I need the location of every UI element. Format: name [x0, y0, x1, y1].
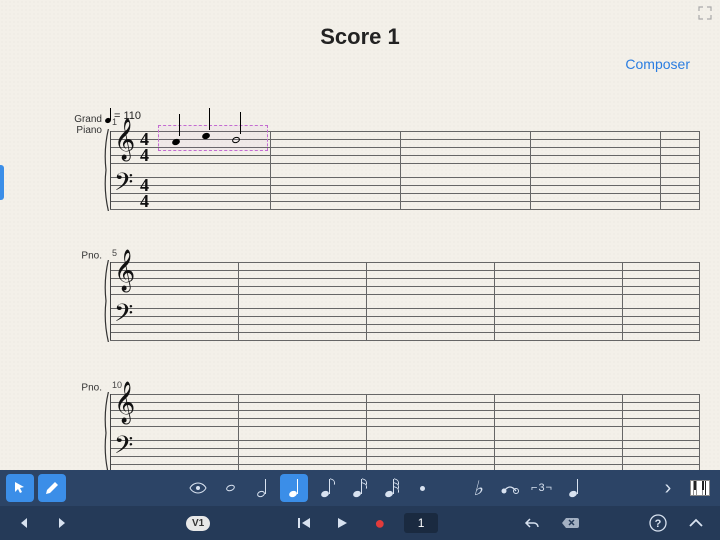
side-panel-tab[interactable]	[0, 165, 4, 200]
bass-staff[interactable]: 𝄢 44	[110, 177, 700, 209]
treble-clef-icon: 𝄞	[114, 384, 135, 420]
collapse-button[interactable]	[682, 509, 710, 537]
record-button[interactable]: ●	[366, 509, 394, 537]
brace-icon	[102, 392, 110, 470]
piano-keyboard-button[interactable]	[686, 474, 714, 502]
undo-button[interactable]	[518, 509, 546, 537]
flat-button[interactable]: ♭	[464, 474, 492, 502]
thirtysecond-note-button[interactable]	[376, 474, 404, 502]
dot-button[interactable]	[408, 474, 436, 502]
score-title[interactable]: Score 1	[0, 24, 720, 50]
bass-clef-icon: 𝄢	[114, 434, 133, 464]
visibility-toggle-button[interactable]	[184, 474, 212, 502]
treble-staff[interactable]: 𝄞	[110, 394, 700, 426]
play-button[interactable]	[328, 509, 356, 537]
measure-counter[interactable]: 1	[404, 513, 439, 533]
svg-text:?: ?	[655, 518, 662, 530]
rest-button[interactable]	[560, 474, 588, 502]
accent-button[interactable]: ›	[654, 474, 682, 502]
pointer-tool-button[interactable]	[6, 474, 34, 502]
half-note-button[interactable]	[248, 474, 276, 502]
rewind-button[interactable]	[290, 509, 318, 537]
bass-staff[interactable]: 𝄢	[110, 440, 700, 470]
transport-toolbar: V1 ● 1 ?	[0, 506, 720, 540]
note-entry-toolbar: ♭ ⌐3¬ ›	[0, 470, 720, 506]
treble-clef-icon: 𝄞	[114, 252, 135, 288]
composer-field[interactable]: Composer	[625, 56, 690, 72]
treble-clef-icon: 𝄞	[114, 121, 135, 157]
pencil-tool-button[interactable]	[38, 474, 66, 502]
quarter-note-button[interactable]	[280, 474, 308, 502]
score-canvas[interactable]: Score 1 Composer = 110 Grand Piano 1 𝄞 4…	[0, 0, 720, 470]
tuplet-button[interactable]: ⌐3¬	[528, 474, 556, 502]
version-badge[interactable]: V1	[186, 516, 210, 531]
tie-button[interactable]	[496, 474, 524, 502]
sixteenth-note-button[interactable]	[344, 474, 372, 502]
brace-icon	[102, 129, 110, 211]
instrument-label[interactable]: Pno.	[50, 383, 102, 394]
quarter-note-icon	[105, 108, 111, 123]
treble-staff[interactable]: 𝄞 44	[110, 131, 700, 163]
treble-staff[interactable]: 𝄞	[110, 262, 700, 294]
instrument-label[interactable]: Grand Piano	[50, 114, 102, 136]
instrument-label[interactable]: Pno.	[50, 251, 102, 262]
bass-clef-icon: 𝄢	[114, 302, 133, 332]
eighth-note-button[interactable]	[312, 474, 340, 502]
bass-staff[interactable]: 𝄢	[110, 308, 700, 340]
help-button[interactable]: ?	[644, 509, 672, 537]
delete-button[interactable]	[556, 509, 584, 537]
prev-page-button[interactable]	[10, 509, 38, 537]
next-page-button[interactable]	[48, 509, 76, 537]
piano-icon	[690, 480, 710, 496]
brace-icon	[102, 260, 110, 342]
time-signature[interactable]: 44	[140, 131, 149, 163]
whole-note-button[interactable]	[216, 474, 244, 502]
time-signature[interactable]: 44	[140, 177, 149, 209]
bass-clef-icon: 𝄢	[114, 171, 133, 201]
expand-icon[interactable]	[698, 6, 712, 20]
